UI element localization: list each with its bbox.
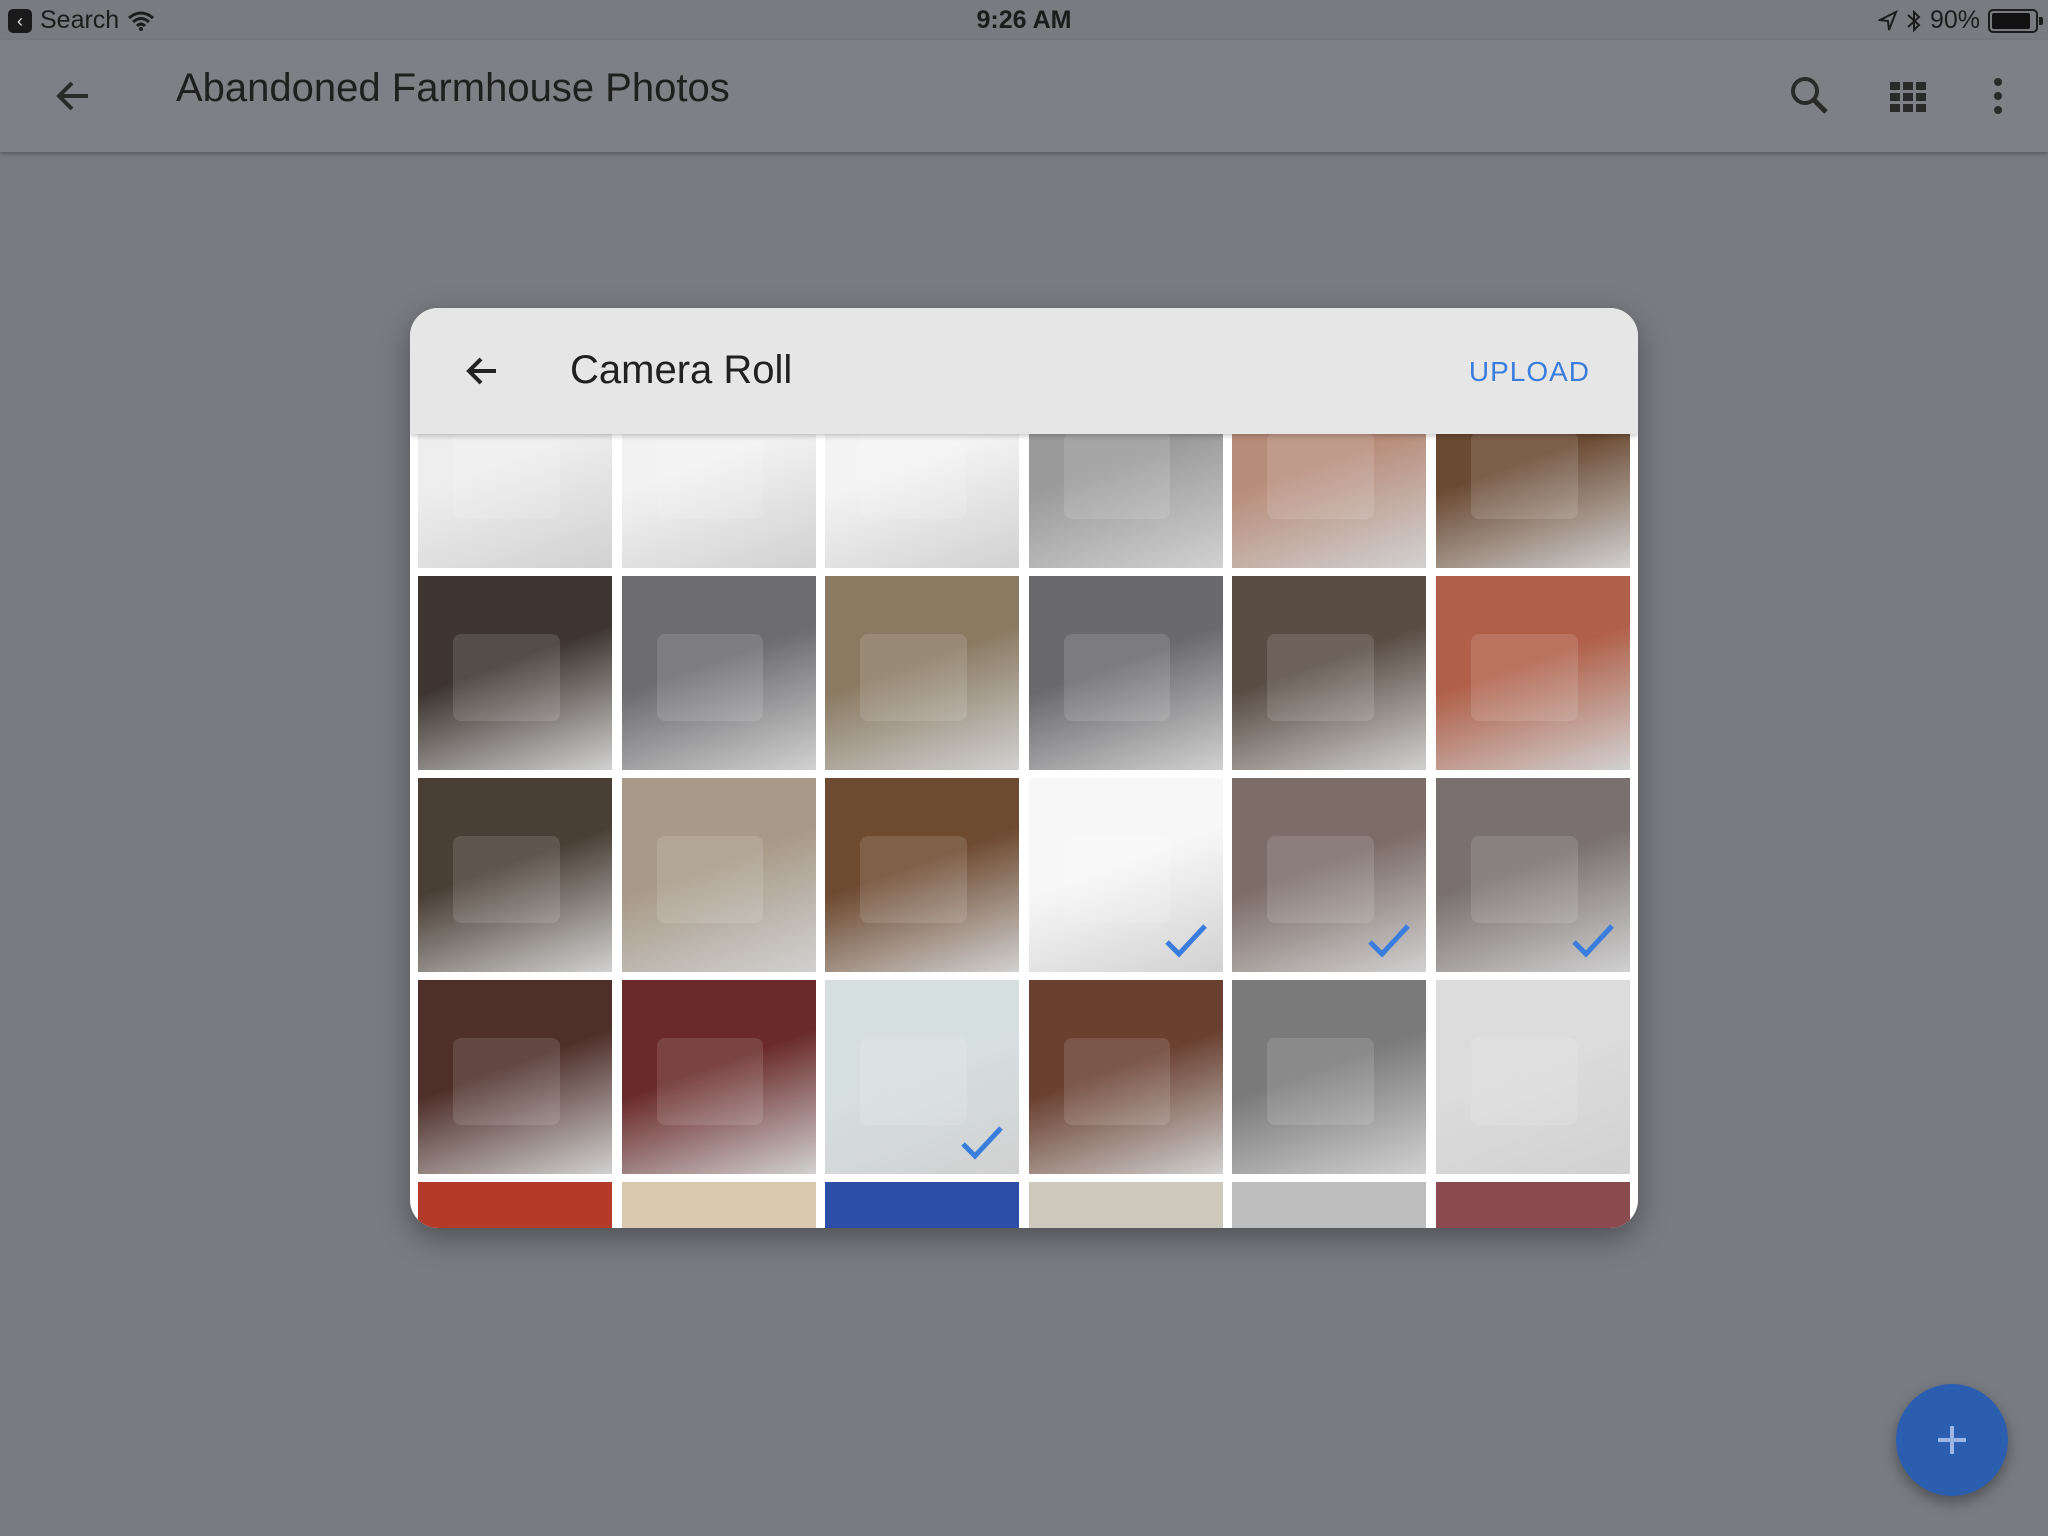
photo-content — [1267, 434, 1374, 520]
photo-thumbnail[interactable] — [1028, 434, 1223, 568]
selected-check-icon — [1165, 924, 1207, 958]
battery-level — [1992, 12, 2030, 29]
photo-thumbnail[interactable] — [621, 576, 816, 770]
photo-thumbnail[interactable] — [418, 434, 612, 568]
grid-view-icon[interactable] — [1882, 70, 1934, 122]
photo-content — [860, 634, 967, 722]
photo-content — [860, 434, 967, 520]
battery-percent: 90% — [1929, 6, 1980, 34]
photo-thumbnail[interactable] — [1232, 576, 1427, 770]
photo-thumbnail[interactable] — [1436, 434, 1630, 568]
photo-content — [656, 634, 764, 722]
app-bar: Abandoned Farmhouse Photos — [0, 40, 2048, 152]
photo-content — [860, 836, 967, 924]
photo-content — [1267, 634, 1374, 722]
photo-thumbnail[interactable] — [825, 778, 1020, 972]
dialog-title: Camera Roll — [570, 348, 793, 392]
photo-thumbnail[interactable] — [418, 980, 612, 1174]
photo-thumbnail[interactable] — [621, 778, 816, 972]
plus-icon — [1938, 1426, 1966, 1454]
selected-check-icon — [1572, 924, 1614, 958]
photo-thumbnail[interactable] — [418, 1182, 612, 1228]
back-arrow-icon[interactable] — [48, 70, 100, 122]
photo-thumbnail[interactable] — [621, 1182, 816, 1228]
photo-thumbnail[interactable] — [1436, 778, 1630, 972]
dialog-back-arrow-icon[interactable] — [460, 348, 506, 394]
upload-button[interactable]: UPLOAD — [1469, 356, 1590, 388]
photo-thumbnail[interactable] — [825, 1182, 1020, 1228]
dialog-header: Camera Roll UPLOAD — [410, 308, 1638, 434]
photo-thumbnail[interactable] — [1232, 434, 1427, 568]
photo-thumbnail[interactable] — [1028, 980, 1223, 1174]
photo-content — [1470, 1038, 1578, 1126]
photo-content — [656, 434, 764, 520]
photo-content — [1063, 1038, 1171, 1126]
photo-thumbnail[interactable] — [1232, 980, 1427, 1174]
photo-thumbnail[interactable] — [418, 576, 612, 770]
add-fab-button[interactable] — [1896, 1384, 2008, 1496]
photo-content — [1470, 634, 1578, 722]
photo-thumbnail[interactable] — [825, 980, 1020, 1174]
photo-content — [656, 836, 764, 924]
photo-content — [452, 634, 560, 722]
photo-thumbnail[interactable] — [621, 434, 816, 568]
photo-content — [1267, 836, 1374, 924]
battery-icon — [1988, 8, 2043, 33]
photo-content — [452, 836, 560, 924]
camera-roll-dialog: Camera Roll UPLOAD — [410, 308, 1638, 1228]
photo-thumbnail[interactable] — [1028, 778, 1223, 972]
photo-content — [1063, 634, 1171, 722]
photo-content — [1470, 434, 1578, 520]
photo-content — [1063, 836, 1171, 924]
photo-thumbnail[interactable] — [1436, 980, 1630, 1174]
photo-content — [1267, 1038, 1374, 1126]
search-icon[interactable] — [1784, 70, 1836, 122]
photo-content — [860, 1038, 967, 1126]
photo-content — [1470, 836, 1578, 924]
photo-grid — [418, 434, 1630, 1228]
page-title: Abandoned Farmhouse Photos — [176, 66, 730, 110]
location-arrow-icon — [1877, 9, 1898, 30]
photo-content — [452, 1038, 560, 1126]
bluetooth-icon — [1907, 9, 1921, 32]
photo-content — [656, 1038, 764, 1126]
photo-thumbnail[interactable] — [1436, 576, 1630, 770]
photo-thumbnail[interactable] — [621, 980, 816, 1174]
status-time: 9:26 AM — [976, 6, 1072, 34]
photo-thumbnail[interactable] — [418, 778, 612, 972]
photo-thumbnail[interactable] — [1028, 1182, 1223, 1228]
photo-thumbnail[interactable] — [1232, 1182, 1427, 1228]
more-vertical-icon[interactable] — [1972, 70, 2024, 122]
photo-content — [1063, 434, 1171, 520]
photo-thumbnail[interactable] — [825, 576, 1020, 770]
photo-thumbnail[interactable] — [825, 434, 1020, 568]
photo-content — [452, 434, 560, 520]
selected-check-icon — [961, 1126, 1004, 1160]
photo-thumbnail[interactable] — [1232, 778, 1427, 972]
status-bar: ‹ Search 9:26 AM 90% — [0, 0, 2048, 40]
photo-thumbnail[interactable] — [1028, 576, 1223, 770]
photo-thumbnail[interactable] — [1436, 1182, 1630, 1228]
selected-check-icon — [1368, 924, 1411, 958]
